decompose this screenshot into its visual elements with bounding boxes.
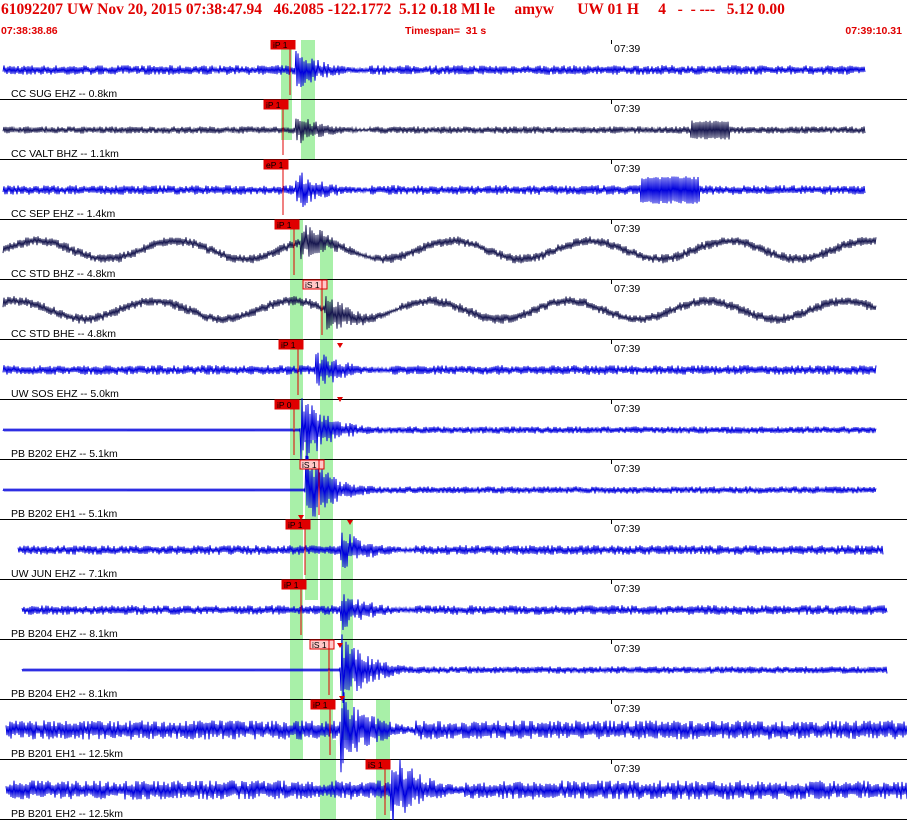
seismogram-trace [2,225,877,264]
time-tick-label: 07:39 [614,643,640,655]
phase-window [322,740,336,820]
seismogram-trace [5,692,907,773]
station-label: UW SOS EHZ -- 5.0km [11,388,119,400]
pick-label: iS 1 [368,760,383,770]
station-label: PB B201 EH2 -- 12.5km [11,808,123,820]
trace-row: 07:39 iP 1 CC STD BHZ -- 4.8km [0,219,907,280]
trace-row: 07:39 iP 1 CC VALT BHZ -- 1.1km [0,99,907,160]
trace-row: 07:39 iS 1 PB B202 EH1 -- 5.1km [0,455,907,520]
seismogram-trace [2,398,877,460]
seismogram-trace [2,296,877,330]
time-tick-label: 07:39 [614,283,640,295]
station-label: CC STD BHZ -- 4.8km [11,268,116,280]
pick-label: eP 1 [266,160,284,170]
station-label: CC SEP EHZ -- 1.4km [11,208,115,220]
station-label: PB B204 EHZ -- 8.1km [11,628,118,640]
start-time: 07:38:38.86 [1,25,58,37]
time-tick-label: 07:39 [614,523,640,535]
trace-row: 07:39 iP 1 UW JUN EHZ -- 7.1km [0,519,907,580]
pick-label: iP 1 [281,340,296,350]
station-label: CC VALT BHZ -- 1.1km [11,148,119,160]
trace-row: 07:39 iS 1 CC STD BHE -- 4.8km [0,279,907,340]
station-label: PB B204 EH2 -- 8.1km [11,688,117,700]
pick-label: iP 1 [277,220,292,230]
seismogram-trace [2,50,866,88]
trace-row: 07:39 iP 0 PB B202 EHZ -- 5.1km [0,398,907,460]
pick-label: iS 1 [302,460,317,470]
pick-label: iS 1 [305,280,320,290]
station-label: PB B202 EH1 -- 5.1km [11,508,117,520]
seismogram-trace [2,172,866,208]
seismogram-trace [21,634,888,704]
seismogram-trace [2,455,877,517]
trace-row: 07:39 iP 1 UW SOS EHZ -- 5.0km [0,339,907,400]
time-tick-label: 07:39 [614,583,640,595]
time-tick-label: 07:39 [614,403,640,415]
waveform-panel[interactable]: 07:39 iP 1 CC SUG EHZ -- 0.8km 07:39 iP 1 CC … [0,40,907,820]
trace-row: 07:39 iP 1 PB B204 EHZ -- 8.1km [0,579,907,640]
trace-row: 07:39 iP 1 CC SUG EHZ -- 0.8km [0,40,907,100]
seismogram-trace [2,352,877,386]
station-label: CC SUG EHZ -- 0.8km [11,88,117,100]
seismogram-trace [21,594,888,631]
time-tick-label: 07:39 [614,223,640,235]
pick-label: iP 1 [313,700,328,710]
timespan-label: Timespan= 31 s [405,25,487,37]
time-tick-label: 07:39 [614,703,640,715]
time-tick-label: 07:39 [614,343,640,355]
pick-label: iP 0 [277,400,292,410]
pick-label: iP 1 [266,100,281,110]
pick-label: iP 1 [284,580,299,590]
station-label: UW JUN EHZ -- 7.1km [11,568,117,580]
time-tick-label: 07:39 [614,43,640,55]
amplitude-marker [337,343,343,348]
seismogram-trace [17,532,884,569]
time-tick-label: 07:39 [614,763,640,775]
trace-row: 07:39 iS 1 PB B201 EH2 -- 12.5km [0,759,907,820]
station-label: PB B201 EH1 -- 12.5km [11,748,123,760]
pick-label: iS 1 [312,640,327,650]
time-tick-label: 07:39 [614,463,640,475]
seismogram-trace [2,118,866,144]
trace-row: 07:39 eP 1 CC SEP EHZ -- 1.4km [0,159,907,220]
trace-row: 07:39 iP 1 PB B201 EH1 -- 12.5km [0,692,907,773]
event-header: 61092207 UW Nov 20, 2015 07:38:47.94 46.… [0,0,907,40]
time-tick-label: 07:39 [614,103,640,115]
event-title: 61092207 UW Nov 20, 2015 07:38:47.94 46.… [1,1,785,18]
end-time: 07:39:10.31 [845,25,902,37]
pick-label: iP 1 [288,520,303,530]
trace-row: 07:39 iS 1 PB B204 EH2 -- 8.1km [0,634,907,704]
seismogram-trace [5,759,907,820]
station-label: PB B202 EHZ -- 5.1km [11,448,118,460]
pick-label: iP 1 [273,40,288,50]
time-tick-label: 07:39 [614,163,640,175]
station-label: CC STD BHE -- 4.8km [11,328,116,340]
